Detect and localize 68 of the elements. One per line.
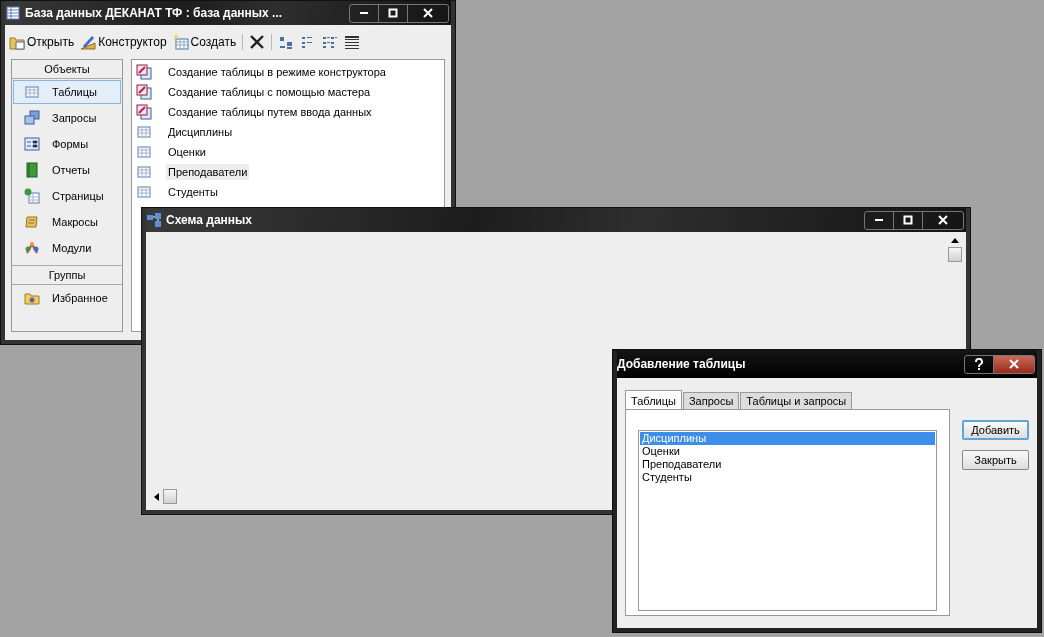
delete-icon[interactable] [249, 34, 266, 50]
list-item[interactable]: Студенты [640, 471, 935, 484]
new-table-icon [172, 34, 189, 50]
maximize-icon [903, 215, 913, 225]
relationships-icon [146, 212, 162, 228]
tab[interactable]: Таблицы [625, 390, 682, 409]
object-type-item[interactable]: Макросы [13, 210, 121, 234]
list-item[interactable]: Создание таблицы с помощью мастера [166, 84, 373, 100]
dialog-button[interactable]: Добавить [962, 420, 1029, 440]
panel-header: Группы [12, 265, 122, 285]
wizard-icon [136, 64, 152, 80]
list-item[interactable]: Преподаватели [640, 458, 935, 471]
scroll-icon [24, 214, 40, 230]
object-type-item[interactable]: Модули [13, 236, 121, 260]
list-item[interactable]: Создание таблицы в режиме конструктора [166, 64, 388, 80]
large-icons-icon[interactable] [278, 34, 295, 50]
window-title: База данных ДЕКАНАТ ТФ : база данных ... [25, 6, 284, 20]
tab[interactable]: Таблицы и запросы [740, 392, 853, 409]
details-icon[interactable] [344, 34, 361, 50]
tab[interactable]: Запросы [682, 392, 740, 409]
table-icon [24, 84, 40, 100]
report-book-icon [24, 162, 40, 178]
wizard-icon [136, 104, 152, 120]
toolbar-button[interactable]: Конструктор [80, 34, 167, 50]
page-globe-icon [24, 188, 40, 204]
object-type-item[interactable]: Формы [13, 132, 121, 156]
list-icon[interactable] [322, 34, 339, 50]
scroll-left-icon [154, 492, 159, 501]
close-icon [423, 8, 433, 18]
favorites-folder-icon [24, 290, 40, 306]
close-icon [938, 215, 948, 225]
minimize-icon [875, 219, 883, 221]
list-item[interactable]: Студенты [166, 184, 220, 200]
maximize-icon [388, 8, 398, 18]
help-icon [974, 358, 984, 370]
scroll-thumb[interactable] [163, 489, 177, 504]
folder-icon [9, 34, 25, 50]
table-icon [136, 144, 152, 160]
wizard-icon [136, 84, 152, 100]
database-icon [5, 5, 21, 21]
close-icon [1009, 359, 1019, 369]
minimize-icon [360, 12, 368, 14]
list-item[interactable]: Создание таблицы путем ввода данных [166, 104, 374, 120]
object-type-item[interactable]: Запросы [13, 106, 121, 130]
list-item[interactable]: Дисциплины [166, 124, 235, 140]
modules-icon [24, 240, 40, 256]
form-icon [24, 136, 40, 152]
toolbar-button[interactable]: Открыть [9, 34, 75, 50]
table-icon [136, 164, 152, 180]
object-type-item[interactable]: Отчеты [13, 158, 121, 182]
queries-icon [24, 110, 40, 126]
close-button[interactable] [993, 355, 1034, 373]
dialog-button[interactable]: Закрыть [962, 450, 1029, 470]
object-type-item[interactable]: Страницы [13, 184, 121, 208]
table-icon [136, 184, 152, 200]
object-type-item[interactable]: Таблицы [13, 80, 121, 104]
window-title: Схема данных [166, 213, 253, 227]
list-item[interactable]: Преподаватели [166, 164, 250, 180]
ruler-pencil-icon [80, 34, 97, 50]
scroll-thumb[interactable] [948, 247, 962, 262]
list-item[interactable]: Оценки [166, 144, 208, 160]
toolbar-button[interactable]: Создать [172, 34, 237, 50]
table-icon [136, 124, 152, 140]
dialog-title: Добавление таблицы [617, 357, 747, 371]
panel-header: Объекты [12, 60, 122, 79]
scroll-up-icon [951, 238, 959, 243]
list-item[interactable]: Оценки [640, 445, 935, 458]
object-type-item[interactable]: Избранное [13, 286, 121, 310]
